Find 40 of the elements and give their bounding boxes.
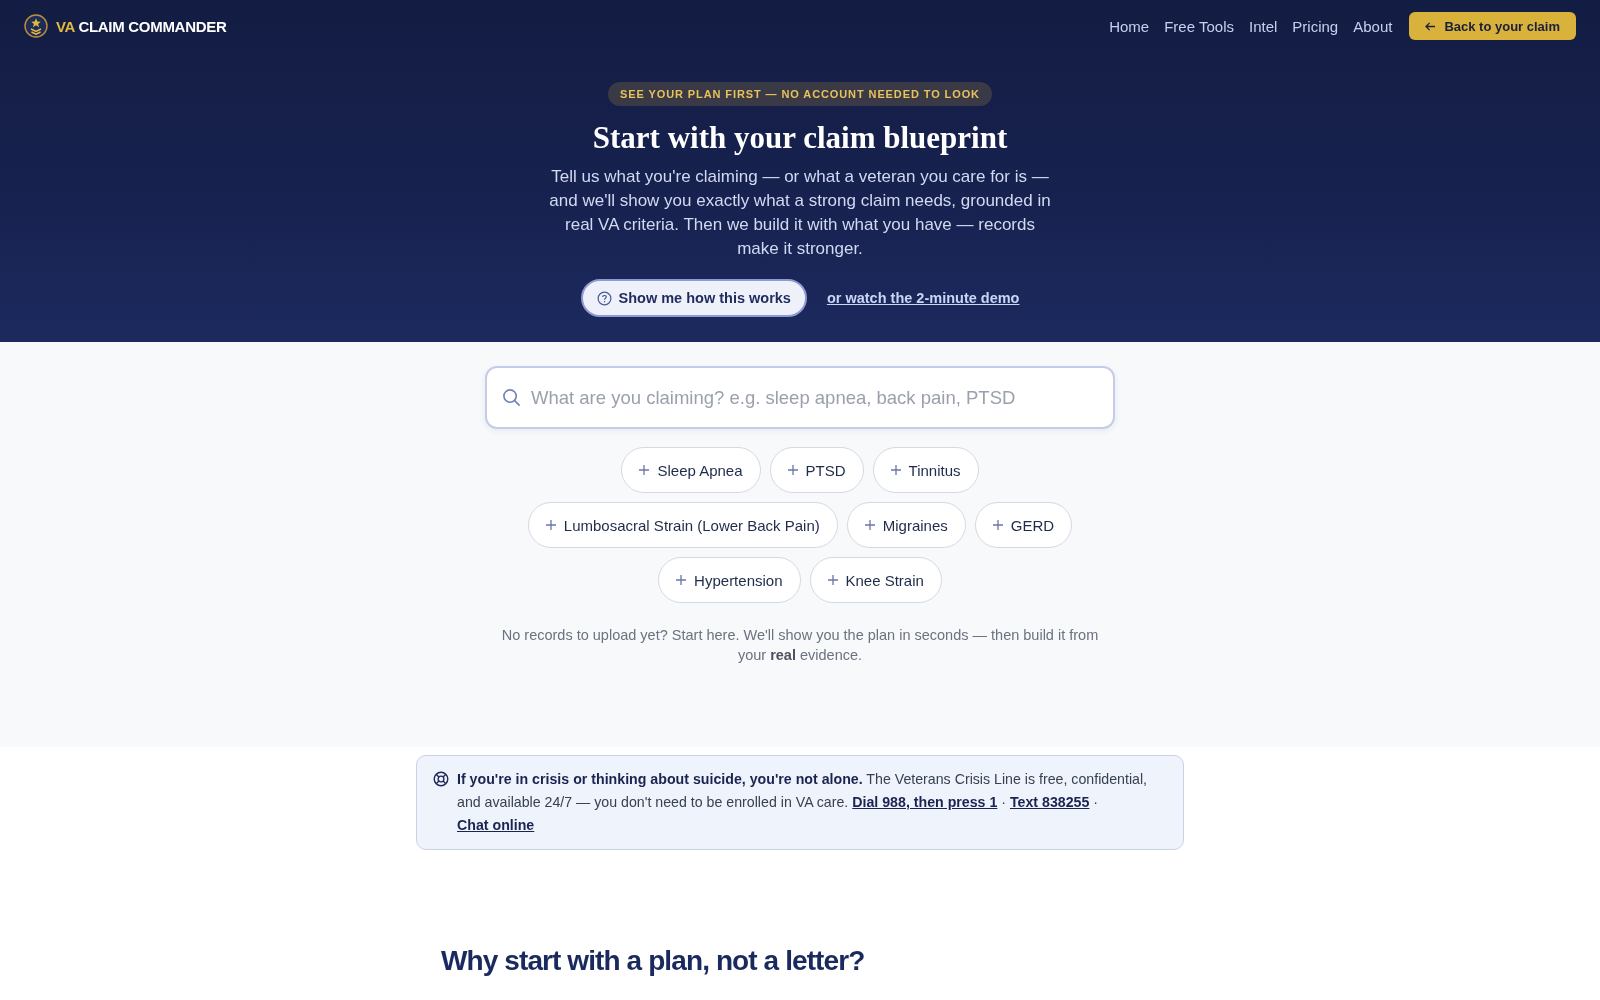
hero-title: Start with your claim blueprint	[592, 119, 1008, 157]
plus-icon	[676, 575, 687, 585]
arrow-left-icon	[1425, 21, 1437, 31]
plus-icon	[827, 575, 838, 585]
search-icon	[502, 388, 521, 407]
suggestion-chip[interactable]: Lumbosacral Strain (Lower Back Pain)	[527, 502, 838, 548]
suggestion-chip[interactable]: Knee Strain	[809, 557, 942, 603]
suggestion-chip[interactable]: GERD	[974, 502, 1073, 548]
plus-icon	[787, 465, 798, 475]
hero-badge: SEE YOUR PLAN FIRST — NO ACCOUNT NEEDED TO LOOK	[608, 82, 992, 106]
suggestion-chip[interactable]: PTSD	[769, 447, 864, 493]
nav-link[interactable]: Free Tools	[1164, 17, 1234, 35]
nav-link[interactable]: Intel	[1248, 17, 1278, 35]
demo-link[interactable]: or watch the 2-minute demo	[826, 290, 1020, 306]
plus-icon	[639, 465, 650, 475]
nav-link[interactable]: Pricing	[1292, 17, 1339, 35]
lifebuoy-icon	[433, 771, 449, 787]
nav-link[interactable]: About	[1353, 17, 1393, 35]
crisis-message: If you're in crisis or thinking about suicide, you're not alone. The Veterans Crisis Line is free, confidential, and available 24/7 — you don't need to be enrolled in VA care. Dial 988, then press 1 · Text 838255 · Chat online	[457, 770, 1149, 835]
plus-icon	[890, 465, 901, 475]
nav-link[interactable]: Home	[1109, 17, 1150, 35]
shield-star-logo-icon	[24, 14, 48, 38]
suggestion-chip[interactable]: Hypertension	[658, 557, 801, 603]
how-it-works-button[interactable]: Show me how this works	[580, 279, 807, 317]
crisis-link[interactable]: Dial 988, then press 1	[852, 794, 998, 810]
plus-icon	[864, 520, 875, 530]
plus-icon	[545, 520, 556, 530]
brand-wordmark[interactable]: VA CLAIM COMMANDER	[56, 17, 227, 35]
section-heading: Why start with a plan, not a letter?	[441, 944, 865, 978]
suggestion-chip[interactable]: Tinnitus	[872, 447, 979, 493]
hero-description: Tell us what you're claiming — or what a veteran you care for is — and we'll show you exactly what a strong claim needs, grounded in real VA criteria. Then we build it with what you have — records make it stronger.	[548, 166, 1052, 260]
back-to-claim-button[interactable]: Back to your claim	[1409, 12, 1576, 40]
crisis-link[interactable]: Text 838255	[1009, 794, 1090, 810]
crisis-link[interactable]: Chat online	[457, 817, 535, 833]
plus-icon	[992, 520, 1003, 530]
suggestion-chip[interactable]: Migraines	[846, 502, 966, 548]
search-field[interactable]: What are you claiming? e.g. sleep apnea, back pain, PTSD	[485, 366, 1115, 429]
helper-note: No records to upload yet? Start here. We'll show you the plan in seconds — then build it from your real evidence.	[500, 626, 1100, 665]
suggestion-chip[interactable]: Sleep Apnea	[621, 447, 761, 493]
help-icon	[596, 290, 612, 306]
